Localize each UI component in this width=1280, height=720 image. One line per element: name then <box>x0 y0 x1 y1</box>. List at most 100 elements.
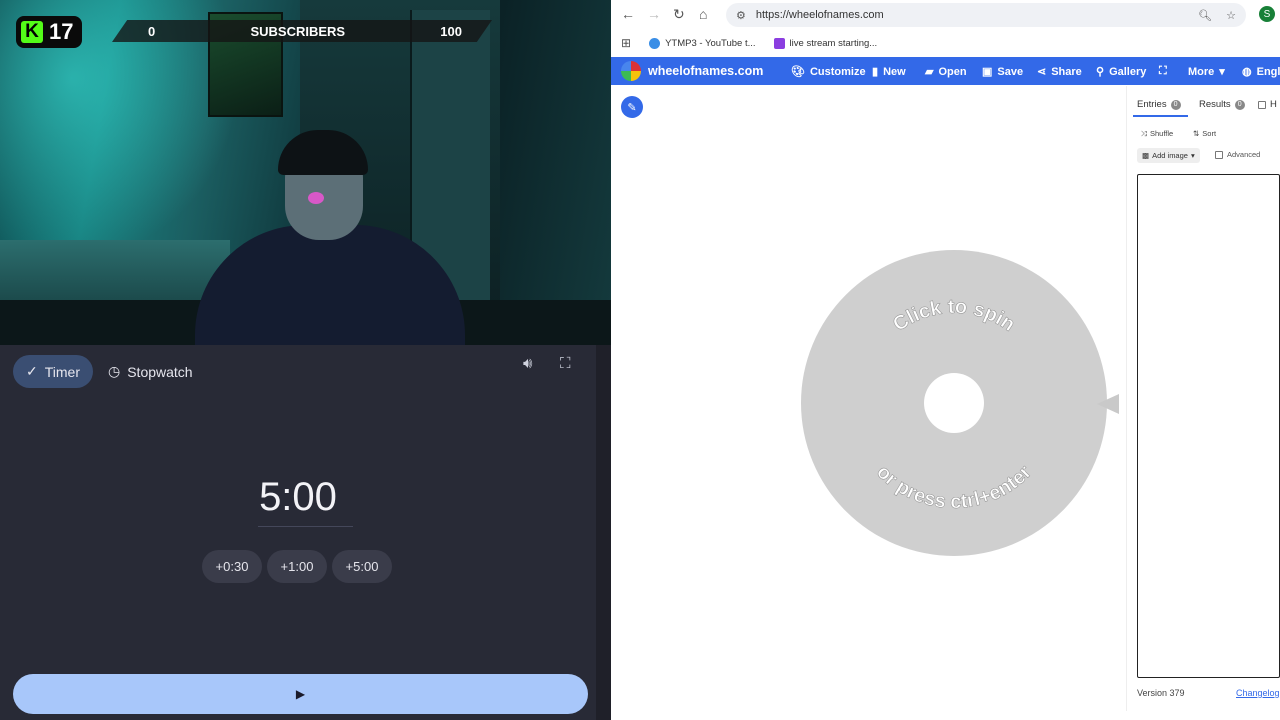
menu-save-label: Save <box>997 65 1024 78</box>
fullscreen-icon[interactable]: ⛶ <box>560 355 571 372</box>
add-30s-button[interactable]: +0:30 <box>202 550 262 583</box>
subscriber-goal-bar: 0 SUBSCRIBERS 100 <box>112 20 492 42</box>
menu-gallery[interactable]: ⚲ Gallery <box>1096 65 1147 79</box>
forward-icon[interactable]: → <box>647 6 661 22</box>
checkbox-icon <box>1258 100 1266 109</box>
wheel-center[interactable] <box>924 373 984 433</box>
volume-icon[interactable]: 🔊︎ <box>523 355 532 372</box>
video-favicon-icon <box>773 37 785 49</box>
bookmark-ytmp3-label: YTMP3 - YouTube t... <box>665 37 756 49</box>
bookmark-live-stream[interactable]: live stream starting... <box>773 37 878 49</box>
advanced-label: Advanced <box>1227 150 1261 159</box>
home-icon[interactable]: ⌂ <box>699 6 707 22</box>
search-icon: ⚲ <box>1096 66 1105 78</box>
url-text: https://wheelofnames.com <box>755 9 884 21</box>
active-tab-indicator <box>1133 115 1188 117</box>
name-wheel[interactable]: Click to spin or press ctrl+enter <box>801 250 1107 556</box>
sort-button[interactable]: ⇅ Sort <box>1189 126 1220 141</box>
palette-icon: 🎨︎ <box>791 66 805 78</box>
bookmark-ytmp3[interactable]: YTMP3 - YouTube t... <box>649 37 756 49</box>
folder-icon: ▰ <box>925 66 934 78</box>
wheel-pointer-icon <box>1097 394 1119 414</box>
goal-label: SUBSCRIBERS <box>250 23 346 39</box>
tab-entries[interactable]: Entries 0 <box>1137 99 1181 110</box>
address-bar-row: ← → ↻ ⌂ ⚙︎ https://wheelofnames.com 🔍︎ ☆… <box>611 0 1280 30</box>
entries-textarea[interactable] <box>1137 174 1280 678</box>
checkbox-icon <box>1215 150 1223 159</box>
advanced-checkbox[interactable]: Advanced <box>1215 150 1260 159</box>
back-icon[interactable]: ← <box>621 6 635 22</box>
tab-stopwatch-label: Stopwatch <box>127 363 193 380</box>
tab-results[interactable]: Results 0 <box>1199 99 1245 110</box>
site-name[interactable]: wheelofnames.com <box>648 64 763 78</box>
caret-down-icon: ▾ <box>1219 66 1225 78</box>
kick-count: 17 <box>49 19 74 44</box>
start-button[interactable]: ▶ <box>13 674 588 714</box>
entries-count-badge: 0 <box>1170 99 1181 110</box>
add-image-button[interactable]: ▩ Add image ▾ <box>1137 148 1200 163</box>
reload-icon[interactable]: ↻ <box>673 6 685 23</box>
check-icon: ✓ <box>26 363 38 379</box>
image-icon: ▩ <box>1142 151 1150 160</box>
play-icon: ▶ <box>295 687 306 701</box>
streamer-nose <box>308 192 324 204</box>
timer-panel: ✓ Timer ◷ Stopwatch 🔊︎ ⛶ 5:00 +0:30 +1:0… <box>0 345 611 720</box>
menu-customize-label: Customize <box>809 65 866 78</box>
kick-follower-badge: K 17 <box>16 16 82 48</box>
fullscreen-icon[interactable]: ⛶ <box>1159 65 1167 78</box>
goal-current: 0 <box>148 23 156 39</box>
browser-window: ← → ↻ ⌂ ⚙︎ https://wheelofnames.com 🔍︎ ☆… <box>611 0 1280 720</box>
menu-language[interactable]: ◍ Engli <box>1242 65 1280 79</box>
menu-open[interactable]: ▰ Open <box>925 65 967 79</box>
site-header: wheelofnames.com 🎨︎ Customize ▮ New ▰ Open … <box>611 57 1280 85</box>
ytmp3-favicon-icon <box>649 37 661 49</box>
tab-timer-label: Timer <box>44 363 80 380</box>
save-icon: ▣ <box>982 66 993 78</box>
timer-underline <box>258 526 353 527</box>
url-field[interactable]: ⚙︎ https://wheelofnames.com 🔍︎ ☆ <box>726 3 1246 27</box>
tab-entries-label: Entries <box>1137 99 1167 110</box>
bookmark-live-stream-label: live stream starting... <box>789 37 878 49</box>
menu-more-label: More <box>1188 65 1215 78</box>
menu-open-label: Open <box>938 65 967 78</box>
entries-panel: Entries 0 Results 0 H ⤨ Shuffle ⇅ Sort ▩… <box>1126 86 1280 711</box>
sort-label: Sort <box>1202 129 1217 138</box>
tab-timer[interactable]: ✓ Timer <box>13 355 93 388</box>
menu-new-label: New <box>883 65 906 78</box>
menu-save[interactable]: ▣ Save <box>982 65 1024 79</box>
zoom-icon[interactable]: 🔍︎ <box>1198 9 1212 22</box>
edit-title-pencil-icon[interactable]: ✎ <box>621 96 643 118</box>
menu-new[interactable]: ▮ New <box>872 65 906 79</box>
add-image-label: Add image <box>1152 151 1188 160</box>
timer-display[interactable]: 5:00 <box>0 475 596 520</box>
tab-results-label: Results <box>1199 99 1231 110</box>
tab-stopwatch[interactable]: ◷ Stopwatch <box>95 355 206 388</box>
share-icon: ⋖ <box>1037 66 1047 78</box>
hide-label: H <box>1270 99 1277 110</box>
version-label: Version 379 <box>1137 688 1185 698</box>
apps-grid-icon[interactable]: ⊞ <box>621 36 631 50</box>
menu-language-label: Engli <box>1256 65 1280 78</box>
menu-gallery-label: Gallery <box>1109 65 1147 78</box>
star-icon[interactable]: ☆ <box>1226 9 1236 22</box>
changelog-link[interactable]: Changelog <box>1236 688 1280 698</box>
divider <box>596 345 611 720</box>
sort-icon: ⇅ <box>1193 129 1200 138</box>
add-1m-button[interactable]: +1:00 <box>267 550 327 583</box>
hide-checkbox[interactable]: H <box>1258 99 1277 110</box>
menu-more[interactable]: More ▾ <box>1188 65 1225 79</box>
goal-target: 100 <box>440 23 462 39</box>
menu-share[interactable]: ⋖ Share <box>1037 65 1082 79</box>
site-logo-icon[interactable] <box>621 61 641 81</box>
bookmarks-bar: ⊞ YTMP3 - YouTube t... live stream start… <box>611 30 1280 56</box>
shuffle-button[interactable]: ⤨ Shuffle <box>1137 126 1177 141</box>
shuffle-label: Shuffle <box>1150 129 1174 138</box>
webcam-feed: K 17 0 SUBSCRIBERS 100 <box>0 0 611 345</box>
add-5m-button[interactable]: +5:00 <box>332 550 392 583</box>
site-info-icon[interactable]: ⚙︎ <box>736 9 746 22</box>
menu-customize[interactable]: 🎨︎ Customize <box>791 65 866 79</box>
profile-avatar[interactable]: S <box>1259 6 1275 22</box>
menu-share-label: Share <box>1051 65 1082 78</box>
clock-icon: ◷ <box>108 363 121 379</box>
results-count-badge: 0 <box>1234 99 1245 110</box>
